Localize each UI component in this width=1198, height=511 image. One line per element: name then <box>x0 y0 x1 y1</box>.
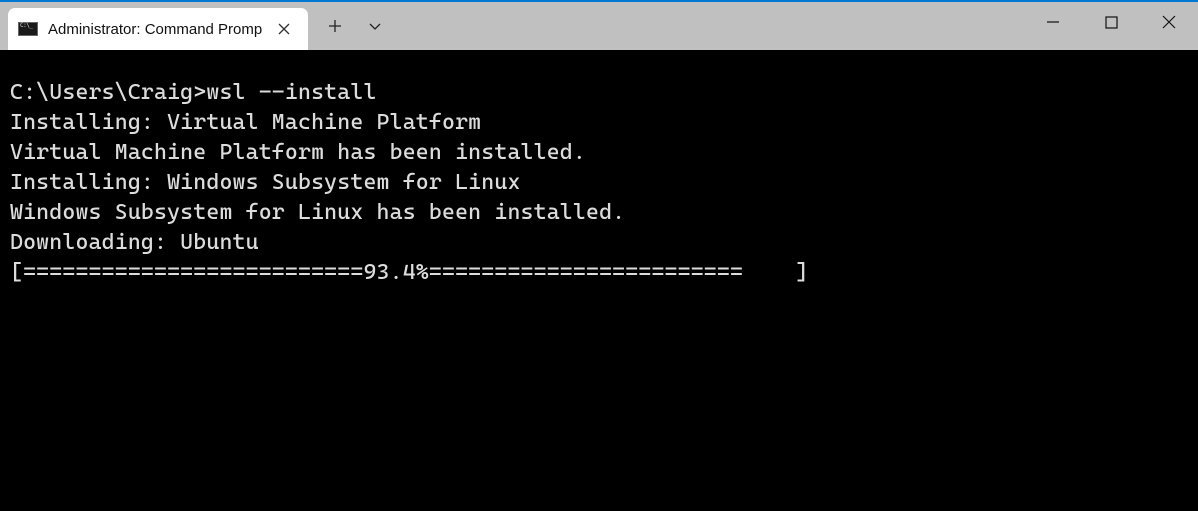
titlebar[interactable]: Administrator: Command Promp <box>0 2 1198 50</box>
prompt: C:\Users\Craig> <box>10 80 206 105</box>
output-line: Installing: Windows Subsystem for Linux <box>10 170 521 195</box>
minimize-button[interactable] <box>1024 2 1082 42</box>
window-controls <box>1024 2 1198 50</box>
output-line: Windows Subsystem for Linux has been ins… <box>10 200 625 225</box>
output-line: Virtual Machine Platform has been instal… <box>10 140 586 165</box>
command-text: wsl --install <box>206 80 376 105</box>
progress-bar: [==========================93.4%========… <box>10 260 809 285</box>
tab-close-button[interactable] <box>270 15 298 43</box>
minimize-icon <box>1046 15 1060 29</box>
terminal-output[interactable]: C:\Users\Craig>wsl --install Installing:… <box>0 50 1198 511</box>
chevron-down-icon <box>368 19 382 33</box>
maximize-icon <box>1105 16 1118 29</box>
tab-dropdown-button[interactable] <box>356 7 394 45</box>
plus-icon <box>328 19 342 33</box>
tab-title: Administrator: Command Promp <box>48 21 270 38</box>
tab-command-prompt[interactable]: Administrator: Command Promp <box>8 8 308 50</box>
close-icon <box>1162 15 1176 29</box>
titlebar-drag-area[interactable] <box>394 2 1024 50</box>
output-line: Downloading: Ubuntu <box>10 230 259 255</box>
cmd-icon <box>18 22 38 36</box>
close-icon <box>278 23 290 35</box>
window-close-button[interactable] <box>1140 2 1198 42</box>
tabs-area: Administrator: Command Promp <box>0 2 308 50</box>
output-line: Installing: Virtual Machine Platform <box>10 110 481 135</box>
terminal-window: Administrator: Command Promp <box>0 2 1198 511</box>
maximize-button[interactable] <box>1082 2 1140 42</box>
tab-actions <box>308 2 394 50</box>
new-tab-button[interactable] <box>316 7 354 45</box>
